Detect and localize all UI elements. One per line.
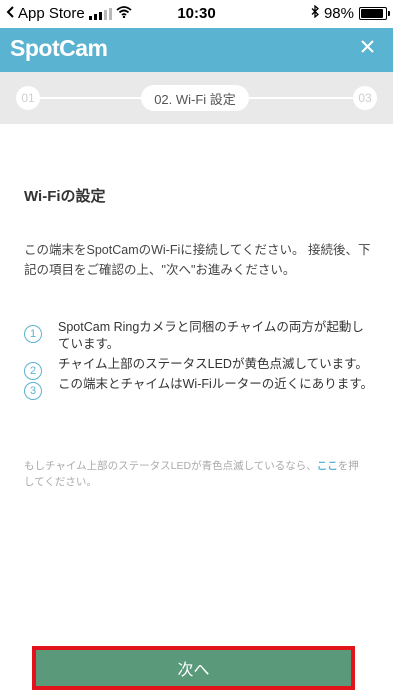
spotcam-logo: SpotCam	[10, 35, 108, 61]
list-item: 3 この端末とチャイムはWi-Fiルーターの近くにあります。	[24, 376, 374, 400]
help-note: もしチャイム上部のステータスLEDが青色点滅しているなら、ここを押してください。	[24, 458, 369, 490]
number-3-icon: 3	[24, 382, 42, 400]
step-1: 01	[16, 86, 40, 110]
list-item: 1 SpotCam Ringカメラと同梱のチャイムの両方が起動しています。	[24, 319, 374, 353]
intro-text: この端末をSpotCamのWi-Fiに接続してください。 接続後、下記の項目をご…	[24, 243, 371, 277]
list-item-text: チャイム上部のステータスLEDが黄色点滅しています。	[58, 357, 368, 371]
battery-icon	[359, 7, 390, 20]
here-link[interactable]: ここ	[317, 460, 338, 472]
app-header: SpotCam	[0, 28, 393, 72]
list-item-text: この端末とチャイムはWi-Fiルーターの近くにあります。	[58, 377, 374, 391]
step-2-current: 02. Wi-Fi 設定	[141, 85, 249, 111]
page-title: Wi-Fiの設定	[24, 188, 106, 205]
next-button[interactable]: 次へ	[32, 646, 355, 690]
step-indicator: 01 02. Wi-Fi 設定 03	[0, 72, 393, 124]
step-3: 03	[353, 86, 377, 110]
battery-percent: 98%	[323, 5, 354, 22]
number-1-icon: 1	[24, 325, 42, 343]
checklist: 1 SpotCam Ringカメラと同梱のチャイムの両方が起動しています。 2 …	[24, 319, 374, 400]
list-item: 2 チャイム上部のステータスLEDが黄色点滅しています。	[24, 356, 374, 380]
close-button[interactable]	[355, 37, 379, 61]
list-item-text: SpotCam Ringカメラと同梱のチャイムの両方が起動しています。	[58, 320, 364, 351]
status-bar: App Store 10:30 98%	[0, 0, 393, 28]
bluetooth-icon	[311, 4, 319, 22]
note-text-before: もしチャイム上部のステータスLEDが青色点滅しているなら、	[24, 460, 317, 472]
close-icon	[360, 40, 374, 58]
